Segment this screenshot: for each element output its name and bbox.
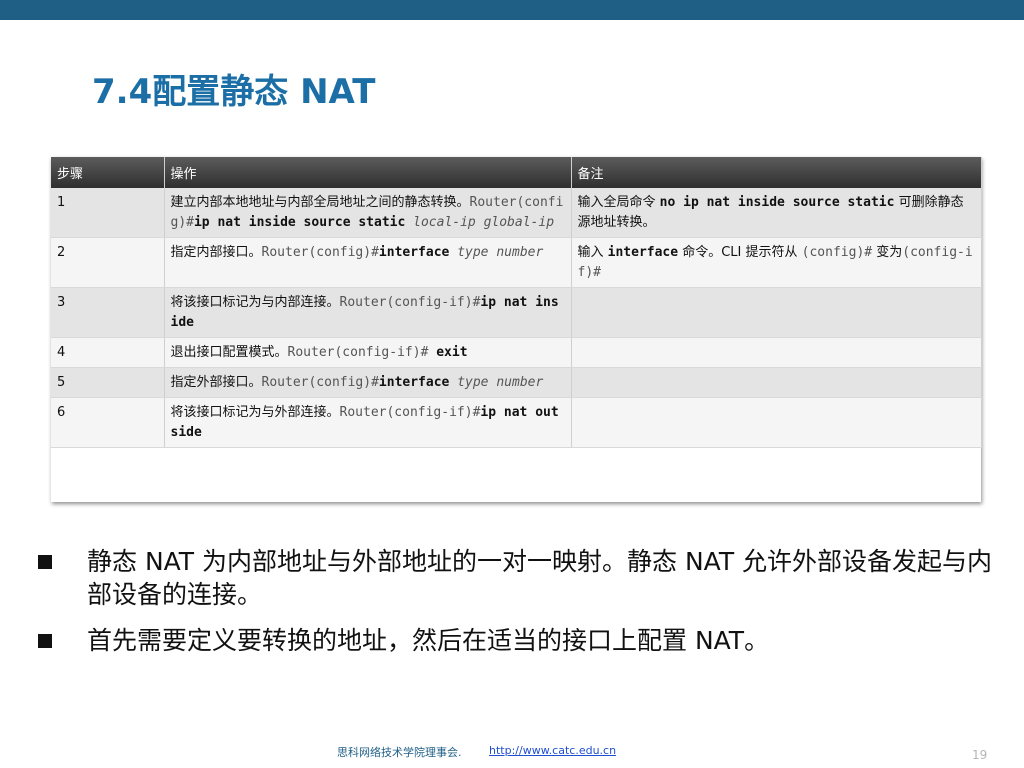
operation-cell: 将该接口标记为与外部连接。Router(config-if)#ip nat ou… (164, 397, 572, 448)
bullet-item: 首先需要定义要转换的地址，然后在适当的接口上配置 NAT。 (36, 624, 1006, 657)
table-row: 3 将该接口标记为与内部连接。Router(config-if)#ip nat i… (51, 287, 982, 338)
command-text: Router(config)# (261, 375, 379, 390)
command-text: local-ip global-ip (405, 215, 555, 230)
cell-text: 将该接口标记为与外部连接。 (170, 405, 340, 420)
command-text: type number (449, 245, 544, 260)
config-steps-table: 步骤 操作 备注 1 建立内部本地地址与内部全局地址之间的静态转换。Router(… (51, 157, 982, 448)
table-row: 5 指定外部接口。Router(config)#interface type nu… (51, 367, 982, 398)
step-number-cell: 6 (51, 397, 165, 448)
bullet-text: 首先需要定义要转换的地址，然后在适当的接口上配置 NAT。 (87, 626, 770, 655)
step-number-cell: 4 (51, 337, 165, 368)
footer-link[interactable]: http://www.catc.edu.cn (489, 744, 616, 757)
step-number-cell: 2 (51, 237, 165, 288)
table-header-row: 步骤 操作 备注 (51, 157, 982, 188)
command-text: interface (378, 375, 450, 390)
note-cell (571, 287, 982, 338)
note-cell (571, 367, 982, 398)
header-operation: 操作 (164, 157, 572, 188)
command-text: interface (607, 245, 679, 260)
square-bullet-icon (38, 555, 52, 569)
operation-cell: 指定内部接口。Router(config)#interface type num… (164, 237, 572, 288)
header-notes: 备注 (571, 157, 982, 188)
command-text: (config)# (801, 245, 873, 260)
cell-text: 将该接口标记为与内部连接。 (170, 295, 340, 310)
note-cell (571, 337, 982, 368)
command-text: Router(config-if)# (339, 405, 481, 420)
bullet-list: 静态 NAT 为内部地址与外部地址的一对一映射。静态 NAT 允许外部设备发起与… (36, 545, 1006, 670)
cell-text: 指定外部接口。 (170, 375, 262, 390)
command-text: no ip nat inside source static (659, 195, 895, 210)
header-step: 步骤 (51, 157, 165, 188)
cell-text: 退出接口配置模式。 (170, 345, 288, 360)
table-row: 2 指定内部接口。Router(config)#interface type nu… (51, 237, 982, 288)
command-text: exit (436, 345, 468, 360)
bullet-item: 静态 NAT 为内部地址与外部地址的一对一映射。静态 NAT 允许外部设备发起与… (36, 545, 1006, 611)
command-text: ip nat inside source static (193, 215, 406, 230)
page-number: 19 (972, 748, 988, 762)
table-row: 4 退出接口配置模式。Router(config-if)# exit (51, 337, 982, 368)
step-number-cell: 3 (51, 287, 165, 338)
slide-title: 7.4配置静态 NAT (92, 72, 376, 112)
operation-cell: 建立内部本地地址与内部全局地址之间的静态转换。Router(config)#ip… (164, 188, 572, 238)
note-cell: 输入 interface 命令。CLI 提示符从 (config)# 变为(co… (571, 237, 982, 288)
cell-text: 命令。CLI 提示符从 (678, 245, 802, 260)
operation-cell: 将该接口标记为与内部连接。Router(config-if)#ip nat in… (164, 287, 572, 338)
step-number-cell: 5 (51, 367, 165, 398)
cell-text: 输入全局命令 (577, 195, 660, 210)
command-text: type number (449, 375, 544, 390)
config-steps-table-container: 步骤 操作 备注 1 建立内部本地地址与内部全局地址之间的静态转换。Router(… (51, 157, 982, 502)
command-text: Router(config)# (261, 245, 379, 260)
cell-text: 建立内部本地地址与内部全局地址之间的静态转换。 (170, 195, 470, 210)
command-text: interface (378, 245, 450, 260)
table-body: 1 建立内部本地地址与内部全局地址之间的静态转换。Router(config)#i… (51, 188, 982, 448)
table-row: 6 将该接口标记为与外部连接。Router(config-if)#ip nat o… (51, 397, 982, 448)
operation-cell: 退出接口配置模式。Router(config-if)# exit (164, 337, 572, 368)
cell-text: 变为 (872, 245, 903, 260)
square-bullet-icon (38, 634, 52, 648)
top-banner (0, 0, 1024, 20)
table-row: 1 建立内部本地地址与内部全局地址之间的静态转换。Router(config)#i… (51, 188, 982, 238)
cell-text: 指定内部接口。 (170, 245, 262, 260)
command-text: Router(config-if)# (339, 295, 481, 310)
command-text: Router(config-if)# (287, 345, 437, 360)
bullet-text: 静态 NAT 为内部地址与外部地址的一对一映射。静态 NAT 允许外部设备发起与… (87, 547, 993, 609)
footer-organization: 思科网络技术学院理事会. (337, 746, 462, 759)
note-cell: 输入全局命令 no ip nat inside source static 可删… (571, 188, 982, 238)
note-cell (571, 397, 982, 448)
cell-text: 输入 (577, 245, 608, 260)
step-number-cell: 1 (51, 188, 165, 238)
operation-cell: 指定外部接口。Router(config)#interface type num… (164, 367, 572, 398)
